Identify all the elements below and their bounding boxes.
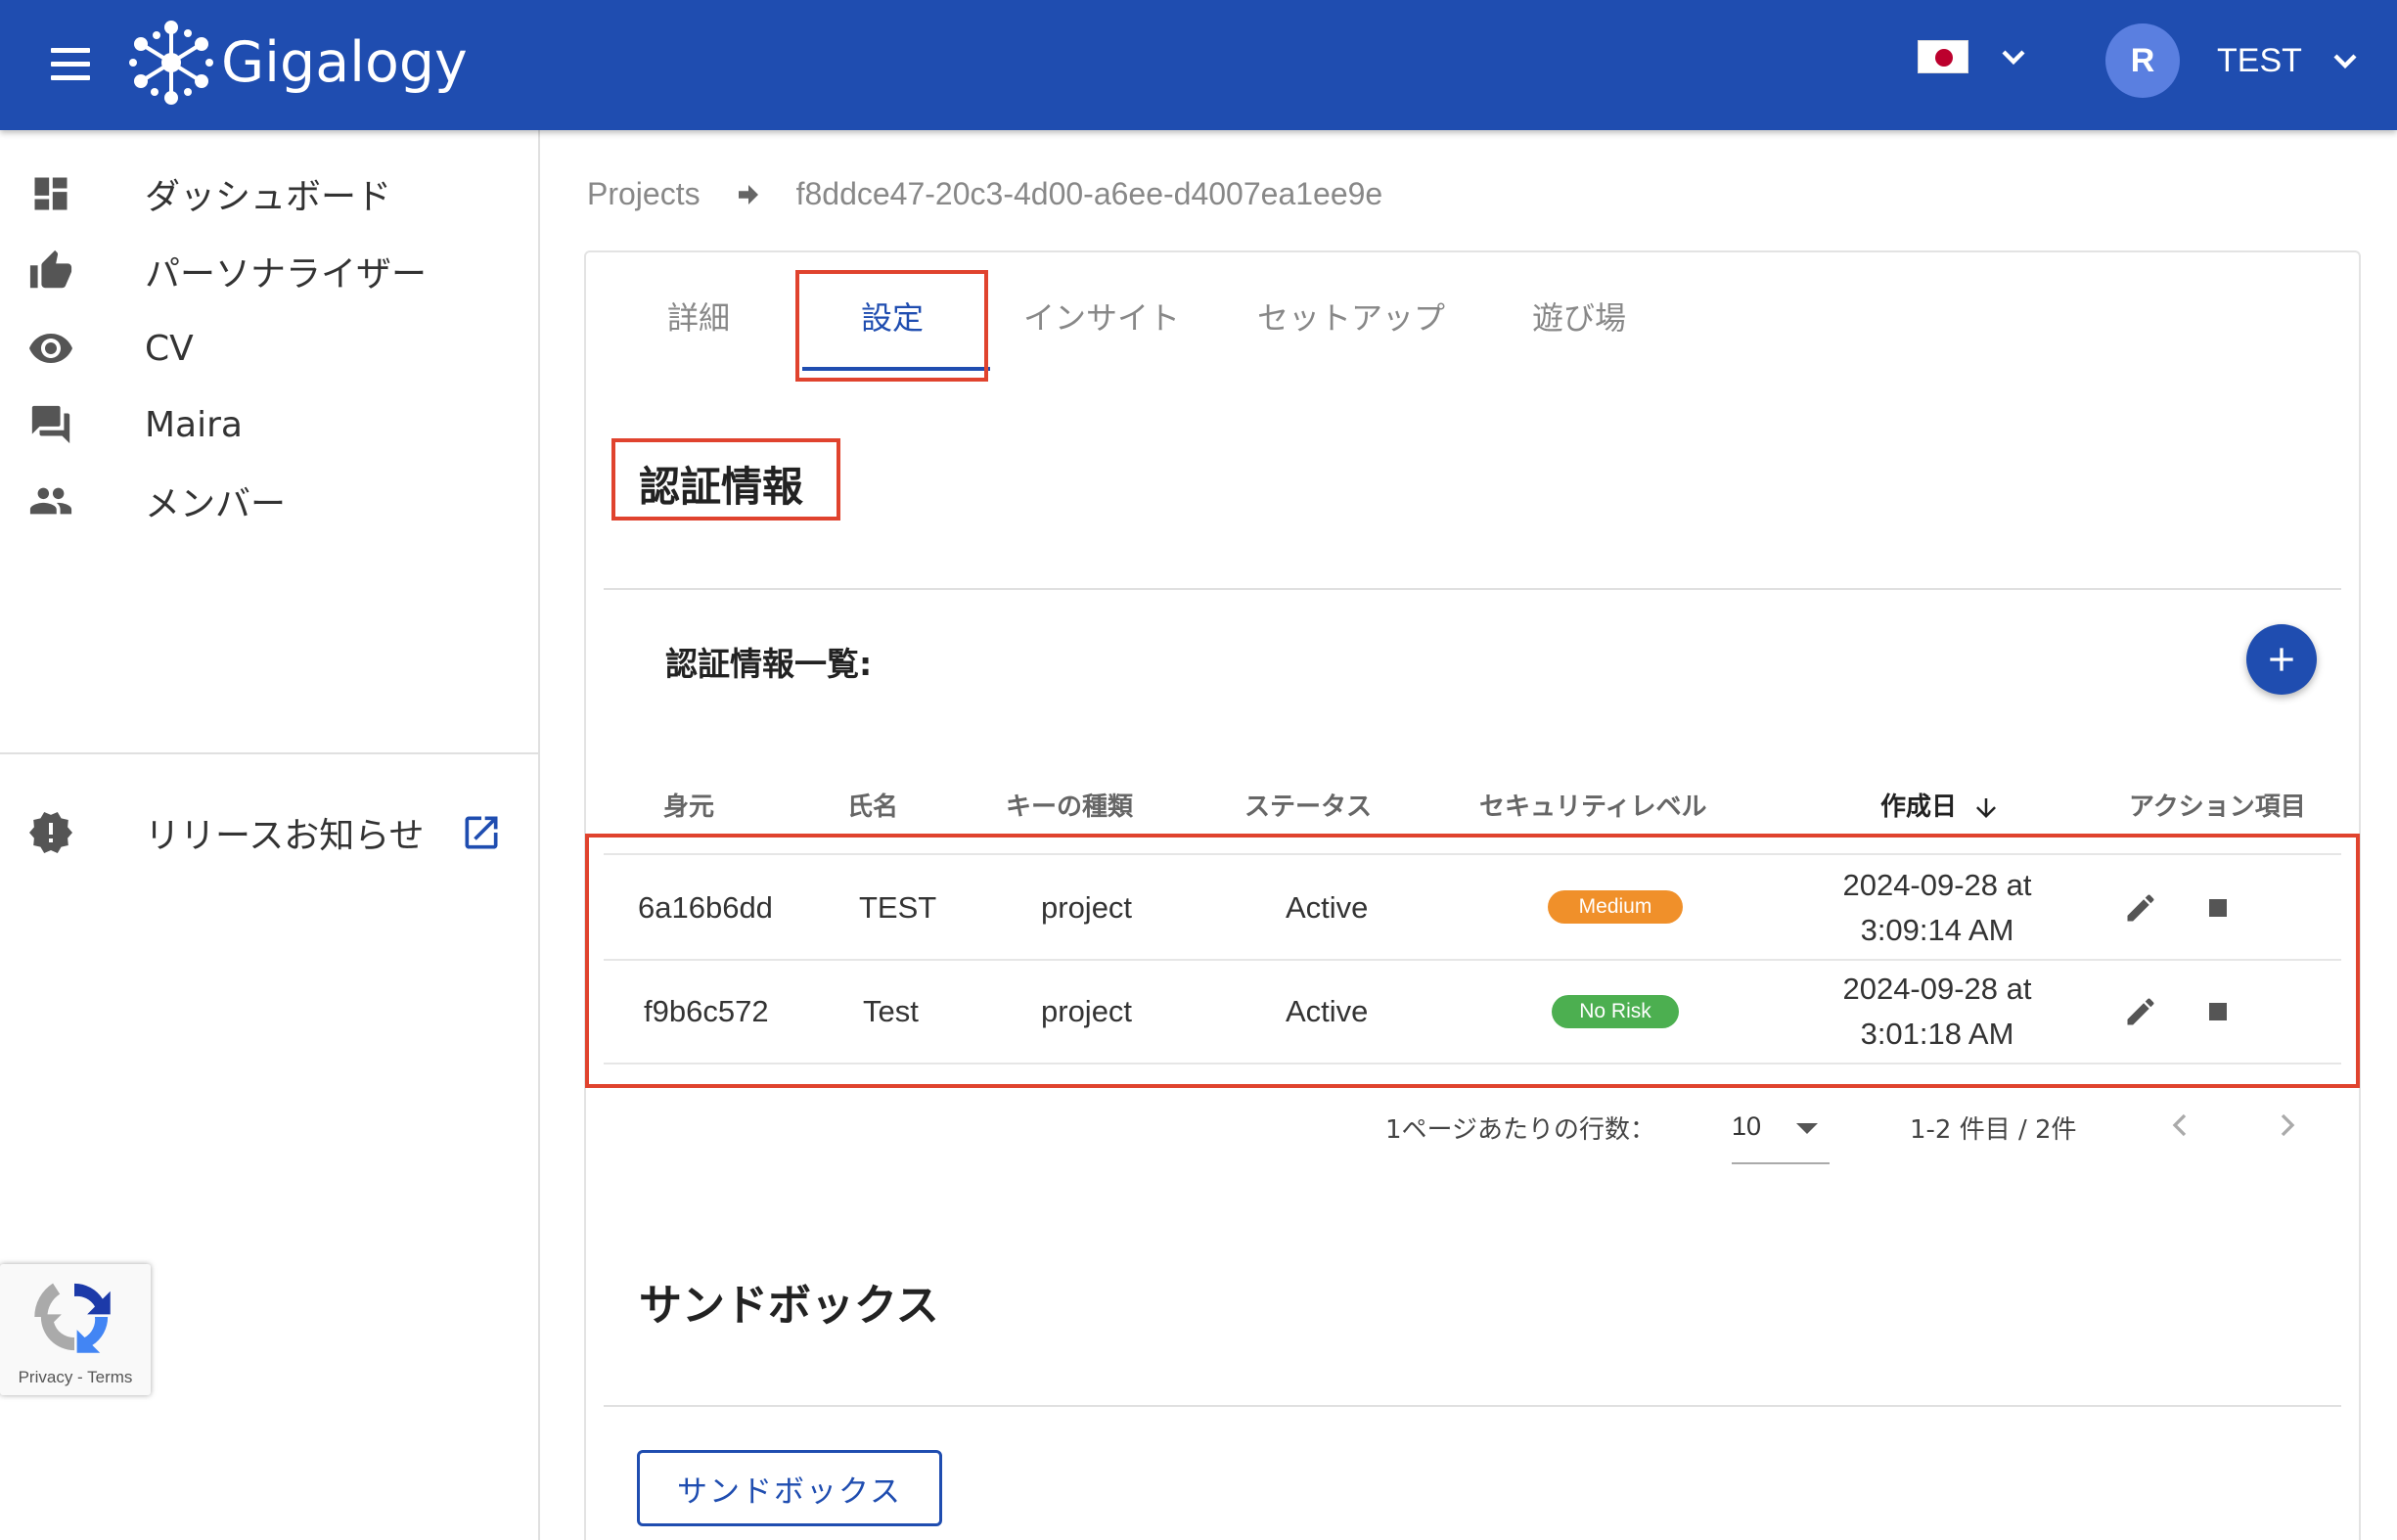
chevron-down-icon	[2333, 54, 2357, 69]
tab-setup[interactable]: セットアップ	[1257, 294, 1445, 339]
column-header-actions: アクション項目	[2129, 793, 2306, 822]
language-selector[interactable]	[1918, 37, 2033, 76]
recaptcha-links[interactable]: Privacy - Terms	[0, 1368, 151, 1387]
column-header-status: ステータス	[1244, 793, 1373, 822]
avatar: R	[2105, 23, 2180, 98]
user-name: TEST	[2217, 41, 2302, 79]
column-header-id: 身元	[663, 793, 715, 822]
sandbox-title: サンドボックス	[639, 1281, 939, 1331]
breadcrumb-projects-link[interactable]: Projects	[587, 176, 701, 212]
menu-icon[interactable]	[51, 39, 100, 88]
tab-details[interactable]: 詳細	[667, 294, 730, 339]
sidebar-item-members[interactable]: メンバー	[0, 447, 538, 555]
sandbox-button[interactable]: サンドボックス	[637, 1450, 942, 1526]
top-app-bar: Gigalogy R TEST	[0, 0, 2397, 130]
tab-playground[interactable]: 遊び場	[1532, 294, 1626, 339]
alert-badge-icon	[27, 809, 74, 856]
plus-icon	[2270, 648, 2293, 671]
arrow-down-icon	[1976, 797, 1997, 818]
user-menu[interactable]: R TEST	[2105, 23, 2365, 98]
sidebar-item-release-notes[interactable]: リリースお知らせ	[0, 779, 538, 886]
molecule-logo-icon	[129, 21, 213, 105]
rows-per-page-label: 1ページあたりの行数：	[1385, 1115, 1656, 1145]
pagination-range: 1-2 件目 / 2件	[1910, 1115, 2077, 1145]
chevron-down-icon	[2002, 50, 2025, 66]
dashboard-icon	[27, 170, 74, 217]
column-header-security-level: セキュリティレベル	[1479, 793, 1707, 822]
jp-flag-icon	[1918, 40, 1968, 73]
sidebar-item-label: パーソナライザー	[145, 254, 428, 294]
gigalogy-logo[interactable]: Gigalogy	[129, 14, 468, 112]
breadcrumb-current: f8ddce47-20c3-4d00-a6ee-d4007ea1ee9e	[795, 176, 1383, 211]
arrow-right-icon	[738, 184, 758, 204]
thumb-up-icon	[27, 248, 74, 294]
sidebar-item-label: ダッシュボード	[145, 177, 392, 217]
section-divider	[604, 1405, 2341, 1407]
recaptcha-icon	[34, 1283, 111, 1353]
chevron-left-icon[interactable]	[2160, 1106, 2199, 1145]
column-header-name: 氏名	[847, 793, 899, 822]
column-header-created[interactable]: 作成日	[1880, 787, 2001, 823]
chat-icon	[27, 401, 74, 448]
recaptcha-badge[interactable]: Privacy - Terms	[0, 1264, 151, 1395]
highlight-box-credentials-title	[611, 438, 840, 521]
add-credential-button[interactable]	[2246, 624, 2317, 695]
rows-per-page-value: 10	[1732, 1111, 1762, 1141]
credentials-list-title: 認証情報一覧:	[665, 645, 873, 683]
rows-per-page-select[interactable]: 10	[1732, 1104, 1830, 1164]
people-icon	[27, 477, 74, 524]
column-header-key-type: キーの種類	[1006, 793, 1134, 822]
sidebar-divider	[0, 752, 538, 754]
brand-name: Gigalogy	[221, 30, 468, 95]
sidebar-item-label: CV	[145, 328, 194, 369]
eye-icon	[27, 325, 74, 372]
sidebar-item-label: メンバー	[145, 484, 287, 524]
section-divider	[604, 588, 2341, 590]
open-external-icon[interactable]	[460, 811, 503, 854]
highlight-box-settings-tab	[795, 270, 988, 382]
breadcrumb: Projects f8ddce47-20c3-4d00-a6ee-d4007ea…	[587, 176, 1382, 212]
sidebar-item-label: リリースお知らせ	[145, 816, 425, 856]
tab-insights[interactable]: インサイト	[1023, 294, 1180, 339]
sidebar-item-label: Maira	[145, 404, 243, 445]
chevron-right-icon[interactable]	[2268, 1106, 2307, 1145]
caret-down-icon	[1796, 1123, 1818, 1134]
column-header-created-label: 作成日	[1880, 793, 1958, 822]
highlight-box-credentials-table	[585, 834, 2360, 1088]
